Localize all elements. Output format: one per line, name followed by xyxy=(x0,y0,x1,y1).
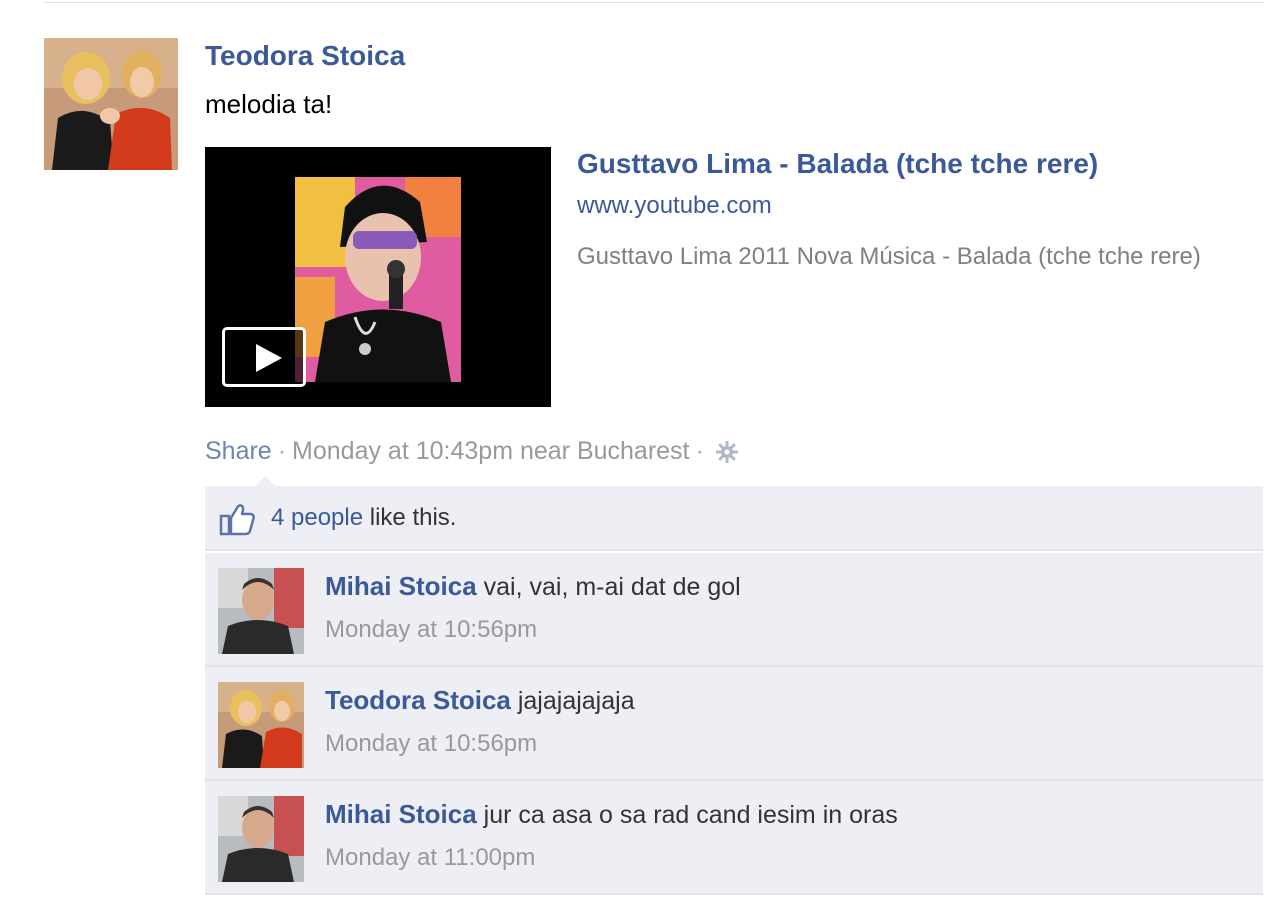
comment-author[interactable]: Teodora Stoica xyxy=(325,685,511,715)
post-timestamp[interactable]: Monday at 10:43pm near Bucharest xyxy=(292,437,689,466)
commenter-avatar[interactable] xyxy=(218,796,304,882)
comment-author[interactable]: Mihai Stoica xyxy=(325,799,477,829)
thumbs-up-icon[interactable] xyxy=(219,502,257,536)
separator-dot: · xyxy=(695,437,704,465)
post-message: melodia ta! xyxy=(205,89,333,119)
likes-summary: 4 people like this. xyxy=(271,504,456,532)
post-author-name[interactable]: Teodora Stoica xyxy=(205,40,405,72)
commenter-avatar[interactable] xyxy=(218,568,304,654)
link-title[interactable]: Gusttavo Lima - Balada (tche tche rere) xyxy=(577,148,1098,180)
likes-suffix: like this. xyxy=(369,504,457,531)
comment-timestamp[interactable]: Monday at 10:56pm xyxy=(325,616,537,644)
poster-avatar[interactable] xyxy=(44,38,178,170)
link-domain[interactable]: www.youtube.com xyxy=(577,192,772,220)
comment-text: vai, vai, m-ai dat de gol xyxy=(483,573,741,601)
video-thumbnail[interactable] xyxy=(205,147,551,407)
comment-content: Teodora Stoica jajajajajaja xyxy=(325,685,635,716)
comment-text: jajajajajaja xyxy=(517,687,635,715)
top-divider xyxy=(44,2,1264,3)
feedback-pointer xyxy=(255,476,275,486)
comment-item: Mihai Stoica vai, vai, m-ai dat de gol M… xyxy=(205,553,1263,667)
commenter-avatar[interactable] xyxy=(218,682,304,768)
post-action-bar: Share · Monday at 10:43pm near Bucharest… xyxy=(205,437,740,466)
comment-item: Mihai Stoica jur ca asa o sa rad cand ie… xyxy=(205,781,1263,895)
comment-author[interactable]: Mihai Stoica xyxy=(325,571,477,601)
separator-dot: · xyxy=(277,437,287,465)
comment-text: jur ca asa o sa rad cand iesim in oras xyxy=(483,801,898,829)
comment-timestamp[interactable]: Monday at 10:56pm xyxy=(325,730,537,758)
comment-timestamp[interactable]: Monday at 11:00pm xyxy=(325,844,535,872)
play-icon xyxy=(256,344,282,372)
link-description: Gusttavo Lima 2011 Nova Música - Balada … xyxy=(577,243,1201,270)
likes-count-link[interactable]: 4 people xyxy=(271,504,363,531)
share-link[interactable]: Share xyxy=(205,437,272,466)
comment-content: Mihai Stoica vai, vai, m-ai dat de gol xyxy=(325,571,741,602)
comment-item: Teodora Stoica jajajajajaja Monday at 10… xyxy=(205,667,1263,781)
feedback-section: 4 people like this. Mihai Stoica vai, va… xyxy=(205,476,1263,902)
comment-content: Mihai Stoica jur ca asa o sa rad cand ie… xyxy=(325,799,898,830)
likes-row: 4 people like this. xyxy=(205,486,1263,551)
gear-icon[interactable] xyxy=(714,439,740,465)
play-button[interactable] xyxy=(222,327,306,387)
